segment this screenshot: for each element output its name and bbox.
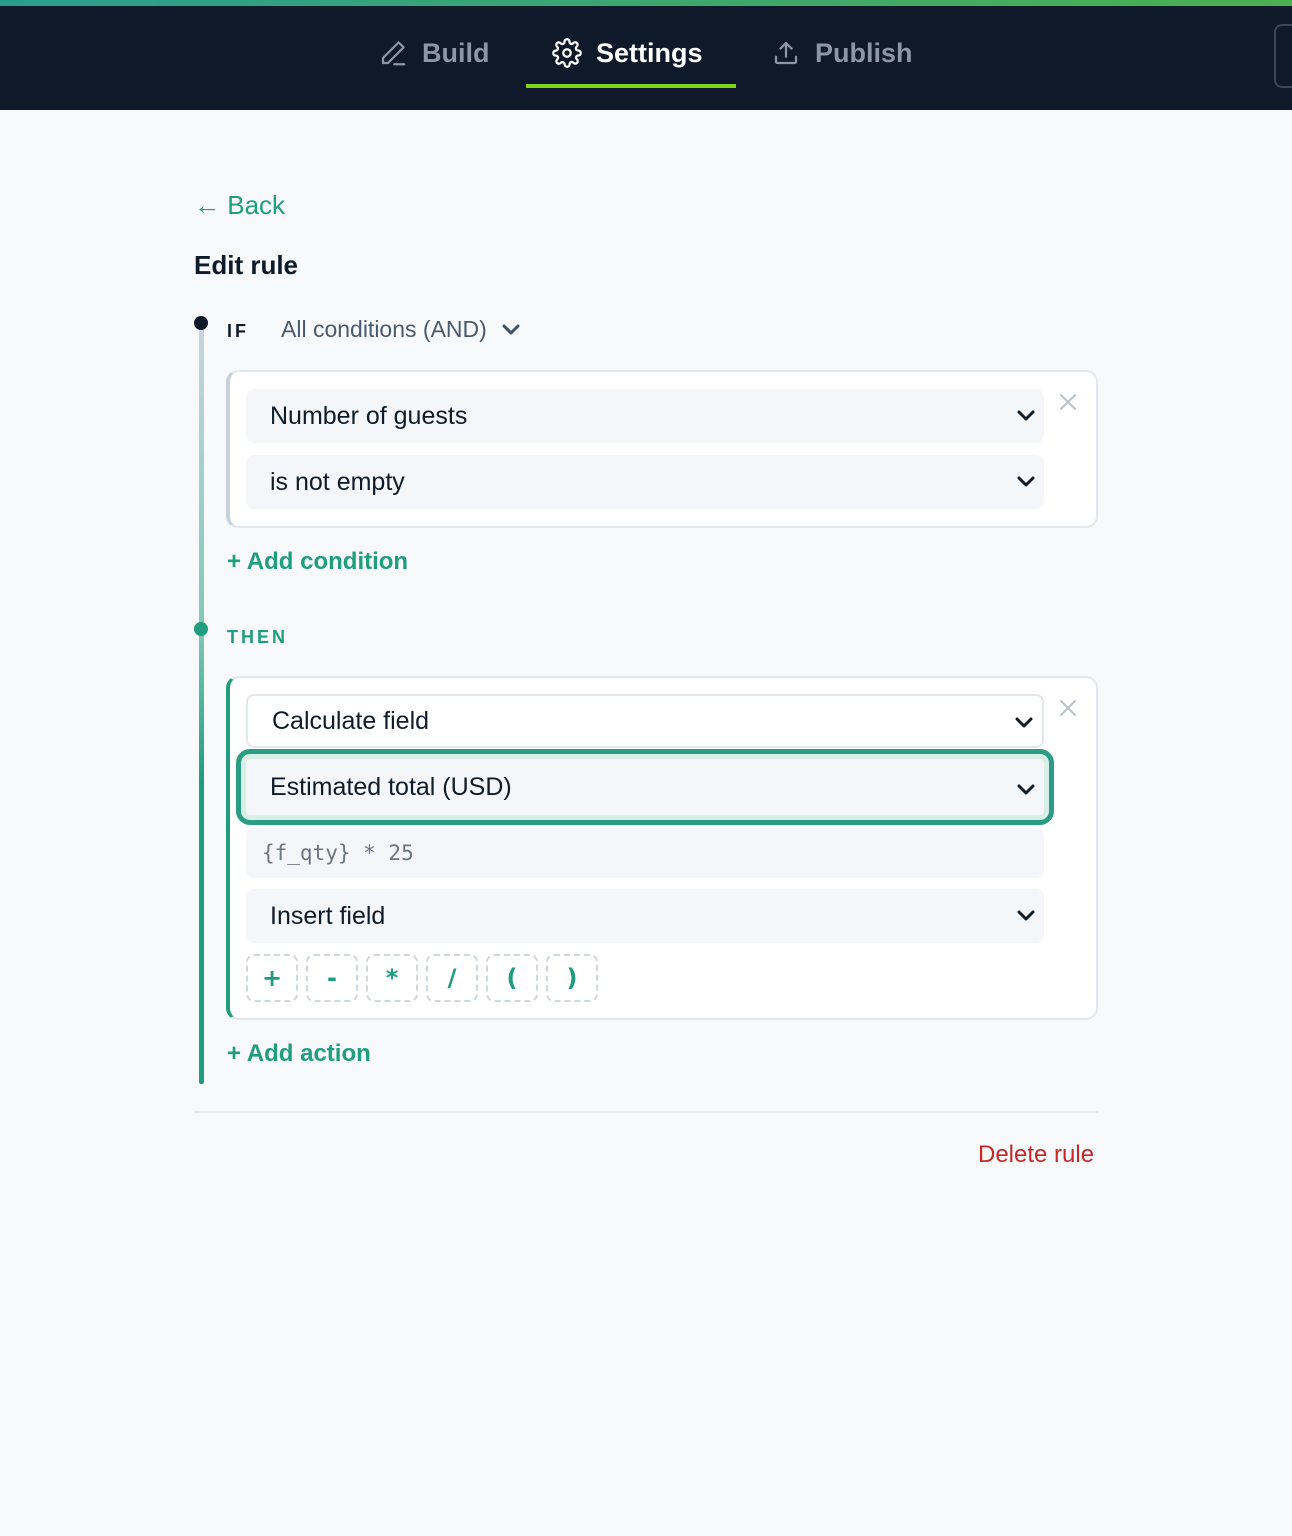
section-divider — [194, 1111, 1098, 1113]
insert-field-select[interactable]: Insert field — [246, 889, 1044, 943]
then-label: THEN — [227, 627, 288, 647]
add-condition-button[interactable]: + Add condition — [227, 548, 408, 576]
operator-minus-button[interactable]: - — [306, 954, 358, 1002]
condition-field-value: Number of guests — [270, 401, 468, 430]
action-type-select[interactable]: Calculate field — [246, 694, 1044, 748]
tab-publish[interactable]: Publish — [771, 30, 913, 76]
chevron-down-icon — [502, 324, 520, 334]
condition-field-select[interactable]: Number of guests — [246, 389, 1044, 443]
conjunction-select[interactable]: All conditions (AND) — [281, 316, 521, 343]
tab-build-label: Build — [422, 37, 490, 68]
chevron-down-icon — [1017, 410, 1035, 421]
pencil-icon — [381, 41, 406, 66]
insert-field-value: Insert field — [270, 901, 386, 930]
top-accent-line — [0, 0, 1292, 6]
chevron-down-icon — [1015, 717, 1033, 728]
operator-multiply-button[interactable]: * — [366, 954, 418, 1002]
operator-open-paren-button[interactable]: ( — [486, 954, 538, 1002]
operator-plus-button[interactable]: + — [246, 954, 298, 1002]
rule-timeline — [199, 324, 204, 1084]
conjunction-value: All conditions (AND) — [281, 316, 487, 342]
condition-operator-select[interactable]: is not empty — [246, 455, 1044, 509]
active-tab-indicator — [526, 84, 736, 88]
upload-icon — [774, 41, 798, 65]
target-field-value: Estimated total (USD) — [270, 772, 512, 801]
chevron-down-icon — [1017, 784, 1035, 795]
remove-condition-close-icon[interactable] — [1058, 392, 1078, 412]
top-navigation-bar: Build Settings Publish — [0, 0, 1292, 110]
formula-input[interactable]: {f_qty} * 25 — [246, 828, 1044, 878]
topbar-edge-button[interactable] — [1274, 24, 1292, 88]
gear-icon — [552, 38, 582, 68]
action-type-value: Calculate field — [272, 706, 430, 735]
tab-publish-label: Publish — [815, 37, 913, 68]
target-field-select[interactable]: Estimated total (USD) — [236, 749, 1054, 825]
chevron-down-icon — [1017, 910, 1035, 921]
delete-rule-button[interactable]: Delete rule — [978, 1141, 1094, 1169]
tab-settings[interactable]: Settings — [552, 30, 703, 76]
add-action-button[interactable]: + Add action — [227, 1040, 371, 1068]
then-timeline-dot — [194, 622, 208, 636]
remove-action-close-icon[interactable] — [1058, 698, 1078, 718]
operator-divide-button[interactable]: / — [426, 954, 478, 1002]
if-label: IF — [227, 321, 249, 341]
back-link[interactable]: ← Back — [194, 190, 285, 221]
condition-operator-value: is not empty — [270, 467, 405, 496]
tab-settings-label: Settings — [596, 37, 703, 68]
operator-close-paren-button[interactable]: ) — [546, 954, 598, 1002]
tab-build[interactable]: Build — [378, 30, 490, 76]
if-timeline-dot — [194, 316, 208, 330]
chevron-down-icon — [1017, 476, 1035, 487]
page-title: Edit rule — [194, 250, 299, 280]
